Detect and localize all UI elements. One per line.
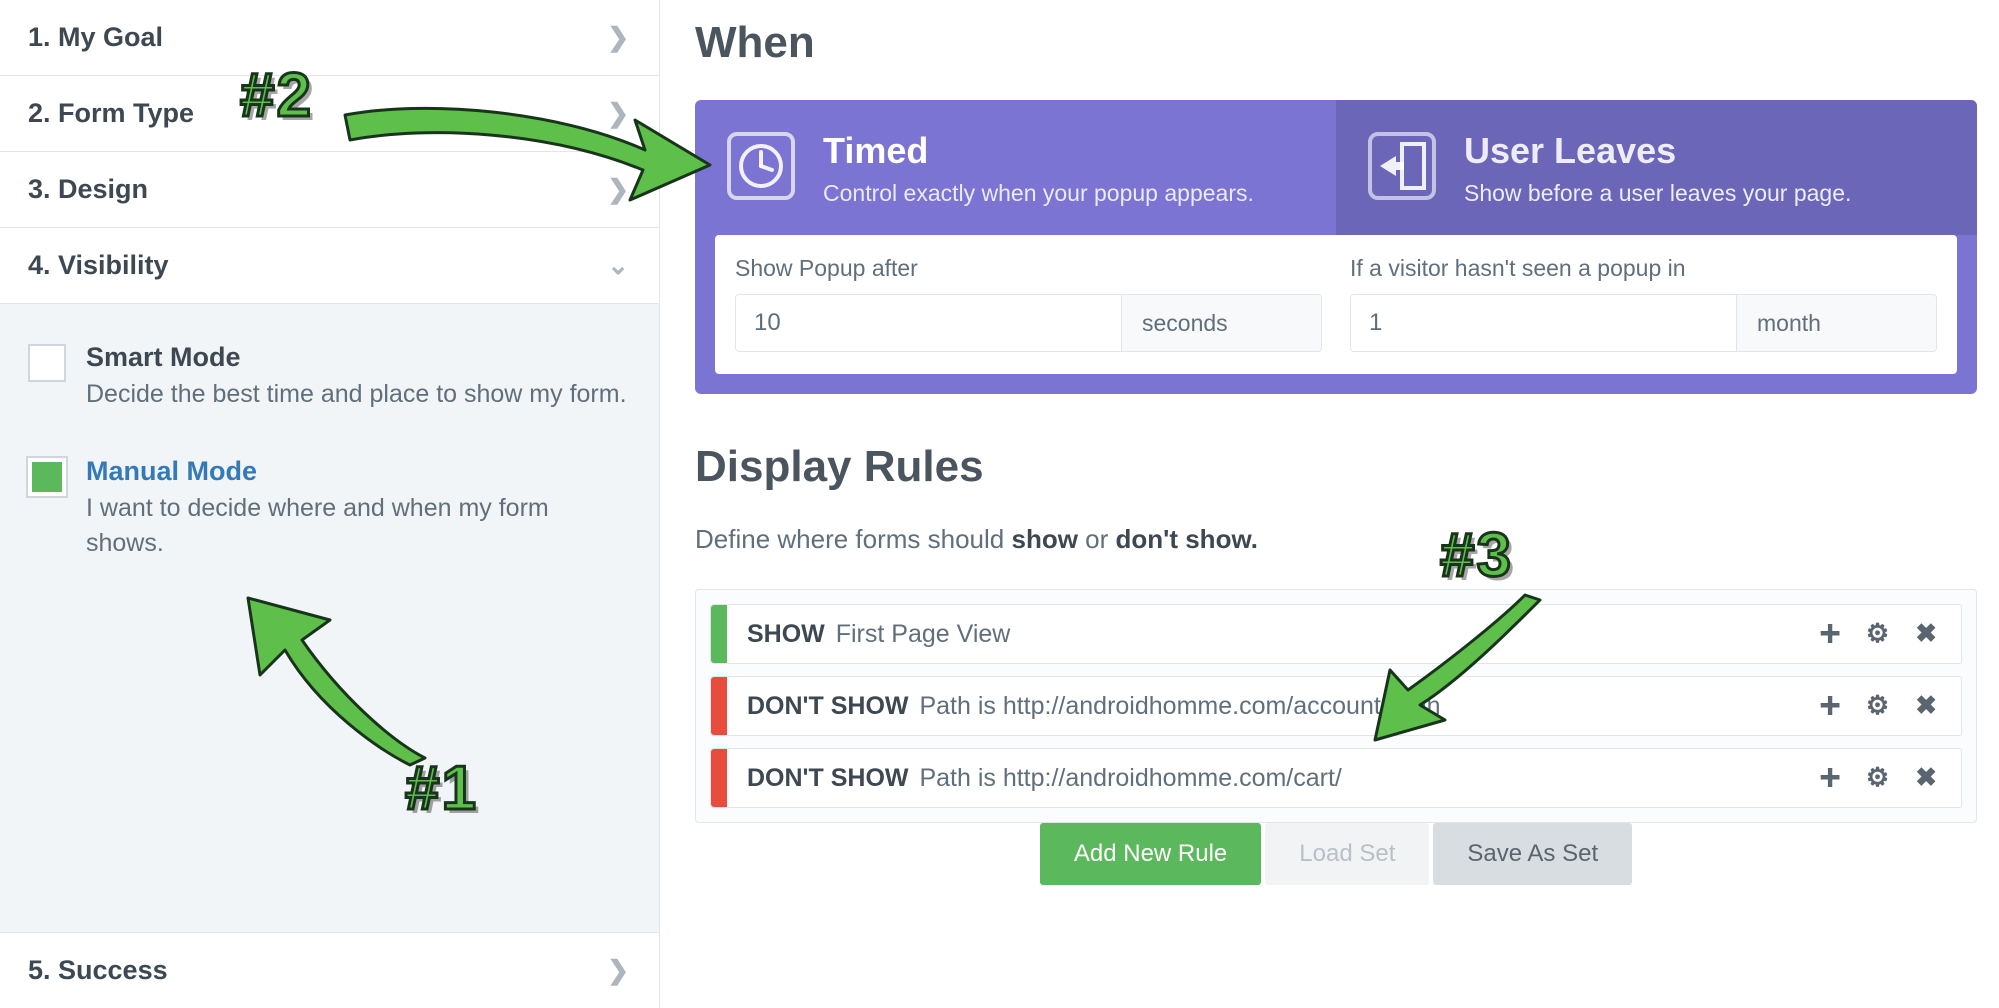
mode-manual[interactable]: Manual Mode I want to decide where and w… — [28, 456, 631, 561]
radio-unchecked-icon[interactable] — [28, 344, 66, 382]
gear-icon[interactable]: ⚙︎ — [1866, 618, 1889, 650]
rule-text: DON'T SHOW Path is http://androidhomme.c… — [727, 692, 1796, 721]
plus-icon[interactable]: ➕︎ — [1820, 690, 1840, 722]
rule-indicator-show — [711, 605, 727, 663]
rule-text: DON'T SHOW Path is http://androidhomme.c… — [727, 764, 1796, 793]
unit-select[interactable]: month — [1737, 294, 1937, 352]
chevron-right-icon: ❯ — [607, 174, 629, 205]
rule-text: SHOW First Page View — [727, 620, 1796, 649]
plus-icon[interactable]: ➕︎ — [1820, 762, 1840, 794]
mode-desc: I want to decide where and when my form … — [86, 491, 631, 561]
mode-title: Smart Mode — [86, 342, 627, 373]
mode-desc: Decide the best time and place to show m… — [86, 377, 627, 412]
when-heading: When — [695, 18, 1977, 68]
tab-title: User Leaves — [1464, 130, 1851, 172]
chevron-right-icon: ❯ — [607, 22, 629, 53]
when-panel: Timed Control exactly when your popup ap… — [695, 100, 1977, 394]
rule-row[interactable]: SHOW First Page View ➕︎ ⚙︎ ✖︎ — [710, 604, 1962, 664]
exit-icon — [1366, 130, 1438, 202]
rules-container: SHOW First Page View ➕︎ ⚙︎ ✖︎ DON'T SHOW… — [695, 589, 1977, 823]
main-content: When Timed Control exactly when you — [660, 0, 1999, 1008]
radio-checked-icon[interactable] — [28, 458, 66, 496]
plus-icon[interactable]: ➕︎ — [1820, 618, 1840, 650]
rule-row[interactable]: DON'T SHOW Path is http://androidhomme.c… — [710, 676, 1962, 736]
tab-desc: Show before a user leaves your page. — [1464, 178, 1851, 209]
display-rules-heading: Display Rules — [695, 442, 1977, 492]
gear-icon[interactable]: ⚙︎ — [1866, 690, 1889, 722]
unit-select[interactable]: seconds — [1122, 294, 1322, 352]
nav-success[interactable]: 5. Success ❯ — [0, 933, 659, 1008]
nav-label: 5. Success — [28, 955, 168, 986]
field-label: If a visitor hasn't seen a popup in — [1350, 255, 1937, 282]
field-not-seen: If a visitor hasn't seen a popup in mont… — [1350, 255, 1937, 352]
clock-icon — [725, 130, 797, 202]
show-after-input[interactable] — [735, 294, 1122, 352]
rule-indicator-dont — [711, 749, 727, 807]
timed-options: Show Popup after seconds If a visitor ha… — [715, 235, 1957, 374]
tab-desc: Control exactly when your popup appears. — [823, 178, 1254, 209]
save-as-set-button[interactable]: Save As Set — [1433, 823, 1632, 885]
sidebar: 1. My Goal ❯ 2. Form Type ❯ 3. Design ❯ … — [0, 0, 660, 1008]
field-label: Show Popup after — [735, 255, 1322, 282]
tab-title: Timed — [823, 130, 1254, 172]
chevron-down-icon: ⌄ — [607, 250, 629, 281]
nav-design[interactable]: 3. Design ❯ — [0, 152, 659, 228]
rule-buttons: Add New Rule Load Set Save As Set — [695, 823, 1977, 885]
close-icon[interactable]: ✖︎ — [1915, 690, 1937, 722]
chevron-right-icon: ❯ — [607, 955, 629, 986]
nav-label: 1. My Goal — [28, 22, 163, 53]
close-icon[interactable]: ✖︎ — [1915, 618, 1937, 650]
nav-my-goal[interactable]: 1. My Goal ❯ — [0, 0, 659, 76]
load-set-button[interactable]: Load Set — [1265, 823, 1429, 885]
display-rules-subtitle: Define where forms should show or don't … — [695, 524, 1977, 555]
tab-timed[interactable]: Timed Control exactly when your popup ap… — [695, 100, 1336, 235]
add-new-rule-button[interactable]: Add New Rule — [1040, 823, 1261, 885]
close-icon[interactable]: ✖︎ — [1915, 762, 1937, 794]
visibility-panel: Smart Mode Decide the best time and plac… — [0, 303, 659, 933]
rule-indicator-dont — [711, 677, 727, 735]
mode-smart[interactable]: Smart Mode Decide the best time and plac… — [28, 342, 631, 412]
not-seen-input[interactable] — [1350, 294, 1737, 352]
rule-row[interactable]: DON'T SHOW Path is http://androidhomme.c… — [710, 748, 1962, 808]
field-show-after: Show Popup after seconds — [735, 255, 1322, 352]
nav-label: 3. Design — [28, 174, 148, 205]
nav-label: 2. Form Type — [28, 98, 194, 129]
gear-icon[interactable]: ⚙︎ — [1866, 762, 1889, 794]
nav-visibility[interactable]: 4. Visibility ⌄ — [0, 228, 659, 303]
nav-form-type[interactable]: 2. Form Type ❯ — [0, 76, 659, 152]
tab-user-leaves[interactable]: User Leaves Show before a user leaves yo… — [1336, 100, 1977, 235]
mode-title: Manual Mode — [86, 456, 631, 487]
chevron-right-icon: ❯ — [607, 98, 629, 129]
nav-label: 4. Visibility — [28, 250, 169, 281]
